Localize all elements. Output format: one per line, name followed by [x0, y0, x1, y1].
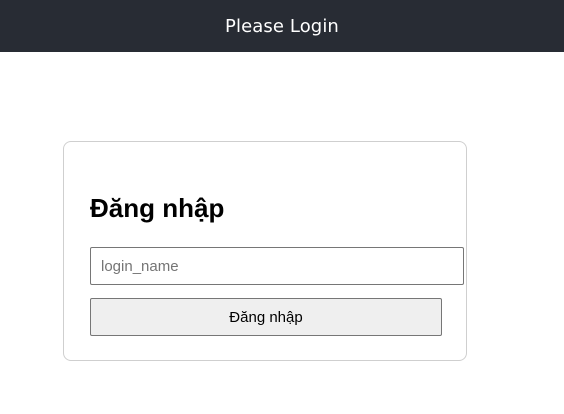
login-card: Đăng nhập Đăng nhập: [63, 141, 467, 361]
login-heading: Đăng nhập: [90, 193, 225, 223]
app-header: Please Login: [0, 0, 564, 52]
header-title: Please Login: [225, 15, 339, 37]
login-name-input[interactable]: [90, 247, 464, 285]
login-submit-button[interactable]: Đăng nhập: [90, 298, 442, 336]
